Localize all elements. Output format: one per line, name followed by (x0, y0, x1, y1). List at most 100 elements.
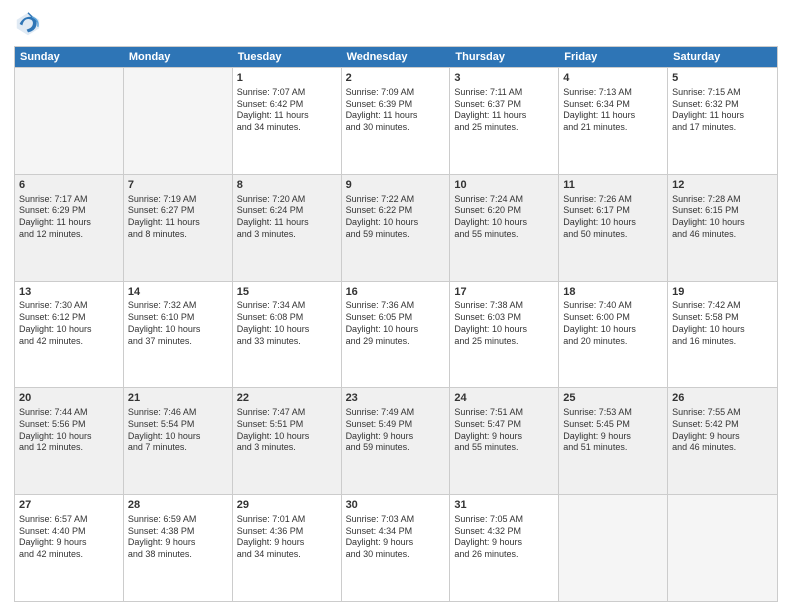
header (14, 10, 778, 38)
cell-text: Sunrise: 7:05 AM Sunset: 4:32 PM Dayligh… (454, 514, 554, 561)
calendar-cell: 4Sunrise: 7:13 AM Sunset: 6:34 PM Daylig… (559, 68, 668, 174)
logo-icon (14, 10, 42, 38)
calendar-cell: 18Sunrise: 7:40 AM Sunset: 6:00 PM Dayli… (559, 282, 668, 388)
calendar-cell: 21Sunrise: 7:46 AM Sunset: 5:54 PM Dayli… (124, 388, 233, 494)
day-number: 27 (19, 498, 119, 513)
cell-text: Sunrise: 7:42 AM Sunset: 5:58 PM Dayligh… (672, 300, 773, 347)
cell-text: Sunrise: 7:19 AM Sunset: 6:27 PM Dayligh… (128, 194, 228, 241)
calendar-cell (15, 68, 124, 174)
calendar-cell: 9Sunrise: 7:22 AM Sunset: 6:22 PM Daylig… (342, 175, 451, 281)
weekday-header: Thursday (450, 47, 559, 67)
calendar-body: 1Sunrise: 7:07 AM Sunset: 6:42 PM Daylig… (15, 67, 777, 601)
cell-text: Sunrise: 7:46 AM Sunset: 5:54 PM Dayligh… (128, 407, 228, 454)
calendar-cell: 3Sunrise: 7:11 AM Sunset: 6:37 PM Daylig… (450, 68, 559, 174)
cell-text: Sunrise: 7:30 AM Sunset: 6:12 PM Dayligh… (19, 300, 119, 347)
cell-text: Sunrise: 7:28 AM Sunset: 6:15 PM Dayligh… (672, 194, 773, 241)
calendar-header: SundayMondayTuesdayWednesdayThursdayFrid… (15, 47, 777, 67)
day-number: 16 (346, 285, 446, 300)
day-number: 3 (454, 71, 554, 86)
day-number: 29 (237, 498, 337, 513)
day-number: 30 (346, 498, 446, 513)
cell-text: Sunrise: 7:53 AM Sunset: 5:45 PM Dayligh… (563, 407, 663, 454)
calendar-cell: 16Sunrise: 7:36 AM Sunset: 6:05 PM Dayli… (342, 282, 451, 388)
calendar-cell (124, 68, 233, 174)
cell-text: Sunrise: 7:17 AM Sunset: 6:29 PM Dayligh… (19, 194, 119, 241)
cell-text: Sunrise: 7:11 AM Sunset: 6:37 PM Dayligh… (454, 87, 554, 134)
weekday-header: Sunday (15, 47, 124, 67)
cell-text: Sunrise: 7:40 AM Sunset: 6:00 PM Dayligh… (563, 300, 663, 347)
calendar-cell: 8Sunrise: 7:20 AM Sunset: 6:24 PM Daylig… (233, 175, 342, 281)
cell-text: Sunrise: 7:01 AM Sunset: 4:36 PM Dayligh… (237, 514, 337, 561)
calendar-cell: 23Sunrise: 7:49 AM Sunset: 5:49 PM Dayli… (342, 388, 451, 494)
calendar-cell: 12Sunrise: 7:28 AM Sunset: 6:15 PM Dayli… (668, 175, 777, 281)
day-number: 19 (672, 285, 773, 300)
cell-text: Sunrise: 7:38 AM Sunset: 6:03 PM Dayligh… (454, 300, 554, 347)
cell-text: Sunrise: 7:03 AM Sunset: 4:34 PM Dayligh… (346, 514, 446, 561)
day-number: 4 (563, 71, 663, 86)
calendar-row: 13Sunrise: 7:30 AM Sunset: 6:12 PM Dayli… (15, 281, 777, 388)
calendar-cell: 22Sunrise: 7:47 AM Sunset: 5:51 PM Dayli… (233, 388, 342, 494)
day-number: 28 (128, 498, 228, 513)
day-number: 14 (128, 285, 228, 300)
calendar-cell: 15Sunrise: 7:34 AM Sunset: 6:08 PM Dayli… (233, 282, 342, 388)
calendar-cell: 7Sunrise: 7:19 AM Sunset: 6:27 PM Daylig… (124, 175, 233, 281)
calendar-cell: 11Sunrise: 7:26 AM Sunset: 6:17 PM Dayli… (559, 175, 668, 281)
day-number: 21 (128, 391, 228, 406)
day-number: 25 (563, 391, 663, 406)
day-number: 5 (672, 71, 773, 86)
day-number: 20 (19, 391, 119, 406)
weekday-header: Tuesday (233, 47, 342, 67)
day-number: 1 (237, 71, 337, 86)
day-number: 26 (672, 391, 773, 406)
calendar-cell (668, 495, 777, 601)
day-number: 10 (454, 178, 554, 193)
cell-text: Sunrise: 6:59 AM Sunset: 4:38 PM Dayligh… (128, 514, 228, 561)
calendar-cell: 5Sunrise: 7:15 AM Sunset: 6:32 PM Daylig… (668, 68, 777, 174)
calendar-cell: 2Sunrise: 7:09 AM Sunset: 6:39 PM Daylig… (342, 68, 451, 174)
cell-text: Sunrise: 7:26 AM Sunset: 6:17 PM Dayligh… (563, 194, 663, 241)
calendar-cell: 25Sunrise: 7:53 AM Sunset: 5:45 PM Dayli… (559, 388, 668, 494)
cell-text: Sunrise: 7:13 AM Sunset: 6:34 PM Dayligh… (563, 87, 663, 134)
calendar-cell: 24Sunrise: 7:51 AM Sunset: 5:47 PM Dayli… (450, 388, 559, 494)
calendar-cell: 28Sunrise: 6:59 AM Sunset: 4:38 PM Dayli… (124, 495, 233, 601)
weekday-header: Friday (559, 47, 668, 67)
day-number: 12 (672, 178, 773, 193)
cell-text: Sunrise: 7:51 AM Sunset: 5:47 PM Dayligh… (454, 407, 554, 454)
calendar-cell: 31Sunrise: 7:05 AM Sunset: 4:32 PM Dayli… (450, 495, 559, 601)
calendar-row: 6Sunrise: 7:17 AM Sunset: 6:29 PM Daylig… (15, 174, 777, 281)
day-number: 22 (237, 391, 337, 406)
calendar-cell: 26Sunrise: 7:55 AM Sunset: 5:42 PM Dayli… (668, 388, 777, 494)
cell-text: Sunrise: 7:07 AM Sunset: 6:42 PM Dayligh… (237, 87, 337, 134)
calendar-cell: 20Sunrise: 7:44 AM Sunset: 5:56 PM Dayli… (15, 388, 124, 494)
calendar: SundayMondayTuesdayWednesdayThursdayFrid… (14, 46, 778, 602)
cell-text: Sunrise: 7:22 AM Sunset: 6:22 PM Dayligh… (346, 194, 446, 241)
day-number: 8 (237, 178, 337, 193)
calendar-cell: 6Sunrise: 7:17 AM Sunset: 6:29 PM Daylig… (15, 175, 124, 281)
cell-text: Sunrise: 7:44 AM Sunset: 5:56 PM Dayligh… (19, 407, 119, 454)
calendar-cell: 19Sunrise: 7:42 AM Sunset: 5:58 PM Dayli… (668, 282, 777, 388)
calendar-cell: 1Sunrise: 7:07 AM Sunset: 6:42 PM Daylig… (233, 68, 342, 174)
page: SundayMondayTuesdayWednesdayThursdayFrid… (0, 0, 792, 612)
cell-text: Sunrise: 7:49 AM Sunset: 5:49 PM Dayligh… (346, 407, 446, 454)
day-number: 7 (128, 178, 228, 193)
day-number: 17 (454, 285, 554, 300)
weekday-header: Monday (124, 47, 233, 67)
day-number: 24 (454, 391, 554, 406)
calendar-cell: 13Sunrise: 7:30 AM Sunset: 6:12 PM Dayli… (15, 282, 124, 388)
cell-text: Sunrise: 7:24 AM Sunset: 6:20 PM Dayligh… (454, 194, 554, 241)
cell-text: Sunrise: 7:32 AM Sunset: 6:10 PM Dayligh… (128, 300, 228, 347)
calendar-cell (559, 495, 668, 601)
cell-text: Sunrise: 7:36 AM Sunset: 6:05 PM Dayligh… (346, 300, 446, 347)
calendar-cell: 29Sunrise: 7:01 AM Sunset: 4:36 PM Dayli… (233, 495, 342, 601)
weekday-header: Wednesday (342, 47, 451, 67)
cell-text: Sunrise: 7:15 AM Sunset: 6:32 PM Dayligh… (672, 87, 773, 134)
cell-text: Sunrise: 7:47 AM Sunset: 5:51 PM Dayligh… (237, 407, 337, 454)
calendar-cell: 27Sunrise: 6:57 AM Sunset: 4:40 PM Dayli… (15, 495, 124, 601)
day-number: 6 (19, 178, 119, 193)
logo (14, 10, 46, 38)
cell-text: Sunrise: 7:34 AM Sunset: 6:08 PM Dayligh… (237, 300, 337, 347)
cell-text: Sunrise: 7:55 AM Sunset: 5:42 PM Dayligh… (672, 407, 773, 454)
day-number: 31 (454, 498, 554, 513)
calendar-row: 1Sunrise: 7:07 AM Sunset: 6:42 PM Daylig… (15, 67, 777, 174)
calendar-row: 27Sunrise: 6:57 AM Sunset: 4:40 PM Dayli… (15, 494, 777, 601)
